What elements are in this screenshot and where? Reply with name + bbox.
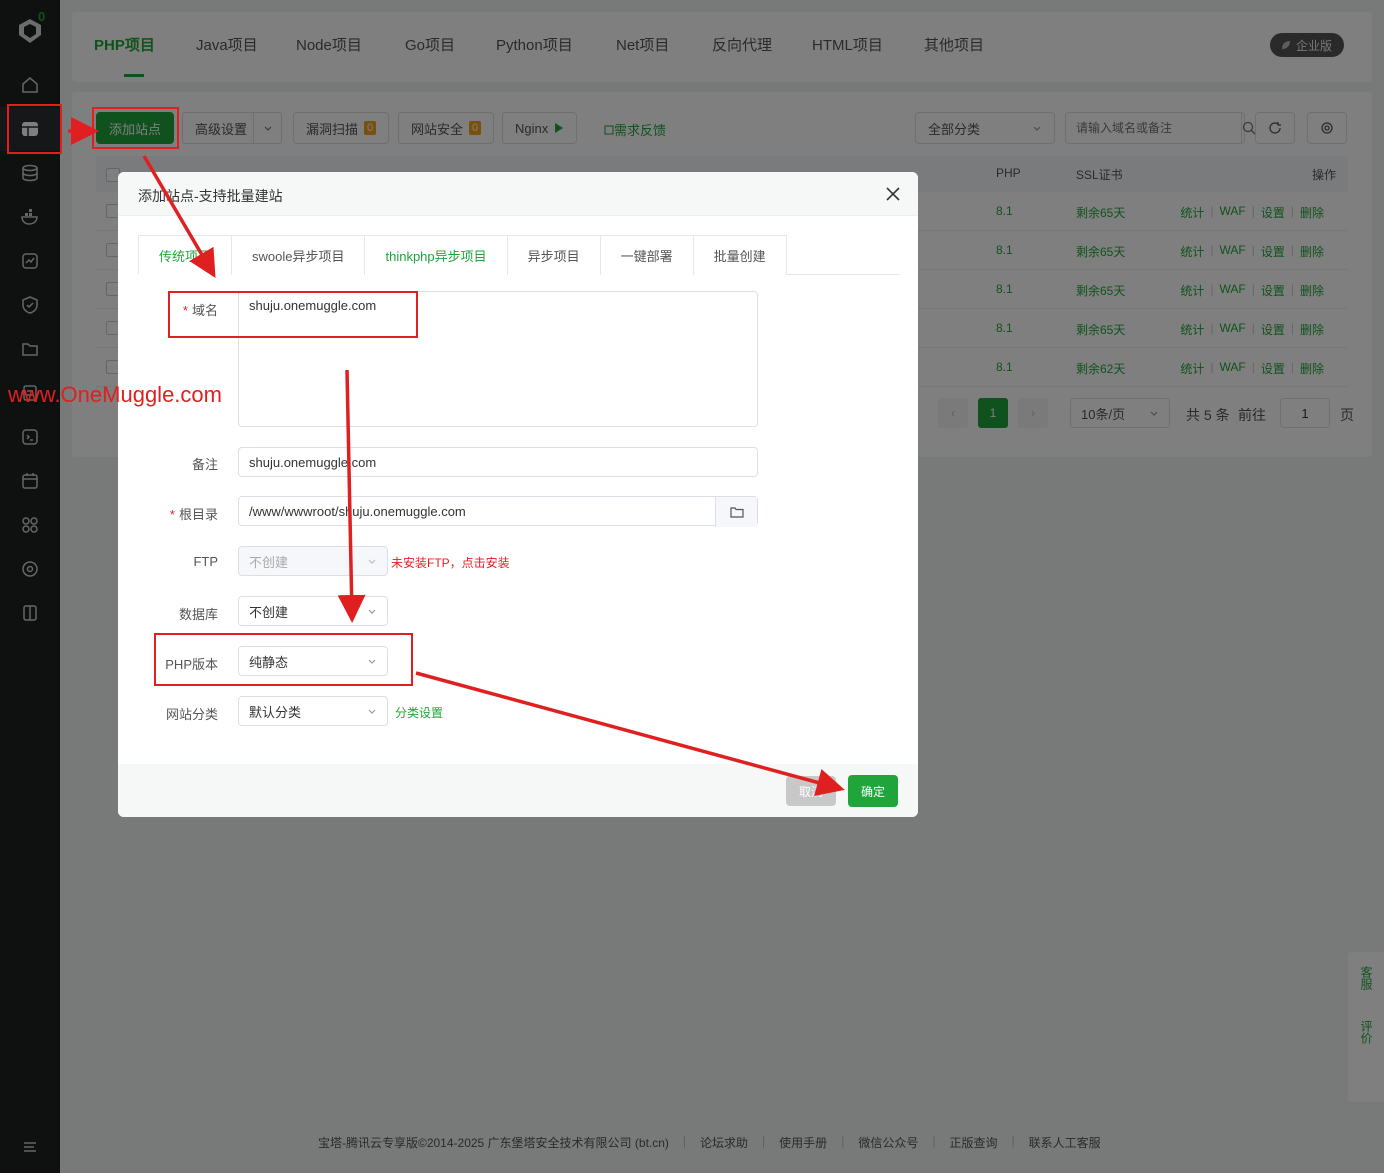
database-select-value: 不创建 [249,604,289,620]
tab-one-click[interactable]: 一键部署 [599,235,694,275]
ftp-select: 不创建 [238,546,388,576]
category-settings-link[interactable]: 分类设置 [395,704,443,721]
highlight-domain [168,291,418,338]
cancel-button[interactable]: 取消 [786,776,836,806]
browse-folder-button[interactable] [715,497,757,527]
close-icon[interactable] [884,185,902,203]
tab-batch[interactable]: 批量创建 [692,235,787,275]
tab-thinkphp[interactable]: thinkphp异步项目 [364,235,508,275]
tab-swoole[interactable]: swoole异步项目 [231,235,366,275]
root-dir-label: * 根目录 [169,507,218,522]
chevron-down-icon [368,609,376,614]
chevron-down-icon [368,709,376,714]
confirm-button[interactable]: 确定 [848,775,898,807]
tab-traditional[interactable]: 传统项目 [138,235,233,275]
site-category-select[interactable]: 默认分类 [238,696,388,726]
ftp-label: FTP [193,554,218,569]
site-category-label: 网站分类 [165,707,218,722]
remark-label: 备注 [191,457,218,472]
watermark-text: www.OneMuggle.com [8,382,222,407]
tab-async[interactable]: 异步项目 [506,235,601,275]
dialog-header: 添加站点-支持批量建站 [118,172,918,216]
folder-open-icon [729,507,744,518]
database-select[interactable]: 不创建 [238,596,388,626]
root-dir-label-text: 根目录 [178,507,218,522]
highlight-add-site [92,107,179,149]
highlight-sidebar-website [7,104,62,154]
highlight-php-version [154,633,413,686]
site-category-value: 默认分类 [249,704,302,720]
root-dir-input[interactable]: /www/wwwroot/shuju.onemuggle.com [238,496,758,527]
chevron-down-icon [368,559,376,564]
root-dir-value: /www/wwwroot/shuju.onemuggle.com [249,503,466,519]
dialog-tabs: 传统项目 swoole异步项目 thinkphp异步项目 异步项目 一键部署 批… [138,235,900,275]
ftp-install-link[interactable]: 未安装FTP，点击安装 [391,554,510,571]
remark-input[interactable]: shuju.onemuggle.com [238,447,758,477]
add-site-dialog: 添加站点-支持批量建站 传统项目 swoole异步项目 thinkphp异步项目… [118,172,918,817]
ftp-select-value: 不创建 [249,554,289,570]
dialog-title: 添加站点-支持批量建站 [138,188,283,204]
database-label: 数据库 [178,607,218,622]
